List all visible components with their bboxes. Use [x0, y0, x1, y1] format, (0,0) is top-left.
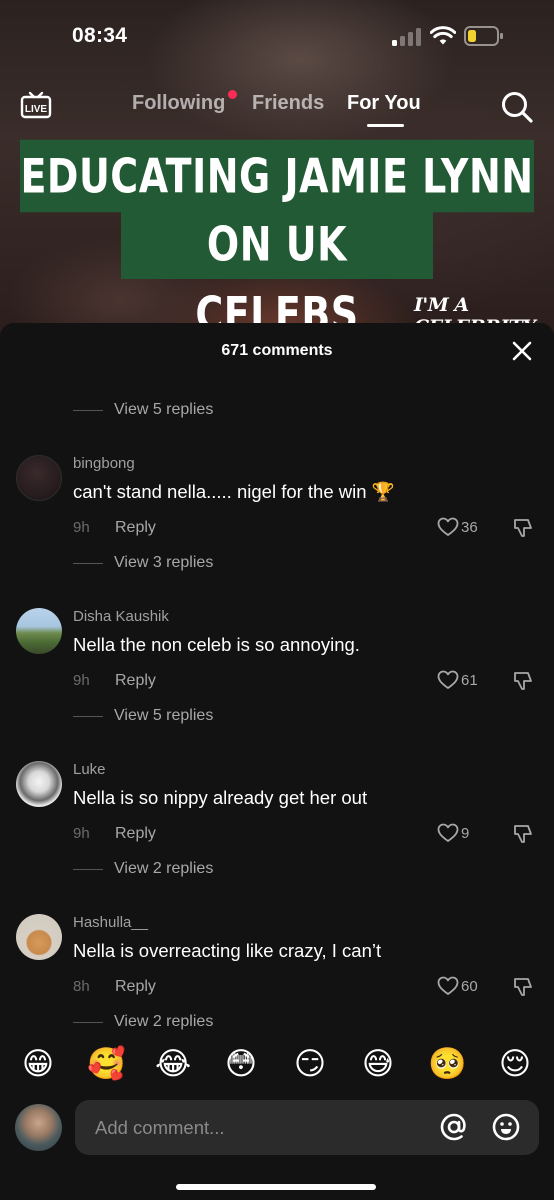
- comments-header: 671 comments: [0, 323, 554, 377]
- video-caption-line-1: EDUCATING JAMIE LYNN: [20, 139, 534, 213]
- dislike-icon[interactable]: [512, 976, 534, 998]
- divider-line: [73, 868, 103, 870]
- tab-for-you[interactable]: For You: [347, 92, 421, 115]
- emoji-picker-icon[interactable]: [491, 1112, 521, 1142]
- comment-item: Disha Kaushik Nella the non celeb is so …: [0, 602, 554, 698]
- heart-icon[interactable]: [437, 670, 459, 690]
- dislike-icon[interactable]: [512, 517, 534, 539]
- reply-button[interactable]: Reply: [115, 519, 156, 537]
- emoji-relieved-button[interactable]: 😌: [497, 1046, 533, 1082]
- live-label: LIVE: [25, 104, 48, 115]
- like-count: 61: [461, 672, 478, 689]
- comments-count-title: 671 comments: [221, 342, 333, 359]
- comment-time: 8h: [73, 978, 90, 995]
- heart-icon[interactable]: [437, 823, 459, 843]
- emoji-laughing-button[interactable]: 😂: [155, 1046, 191, 1082]
- view-replies-label: View 5 replies: [114, 401, 214, 418]
- comment-username[interactable]: bingbong: [73, 455, 135, 472]
- avatar[interactable]: [16, 761, 62, 807]
- emoji-smirk-button[interactable]: 😏: [292, 1046, 328, 1082]
- dislike-icon[interactable]: [512, 670, 534, 692]
- view-replies-button[interactable]: View 3 replies: [73, 554, 213, 572]
- view-replies-button[interactable]: View 2 replies: [73, 1013, 213, 1031]
- wifi-icon: [430, 26, 456, 45]
- like-count: 9: [461, 825, 470, 842]
- emoji-flushed-button[interactable]: 😳: [223, 1046, 259, 1082]
- comment-username[interactable]: Hashulla__: [73, 914, 148, 931]
- video-caption-line-2: ON UK CELEBS: [121, 209, 433, 342]
- comment-username[interactable]: Luke: [73, 761, 106, 778]
- reply-button[interactable]: Reply: [115, 825, 156, 843]
- add-comment-input[interactable]: Add comment...: [75, 1100, 539, 1155]
- comment-time: 9h: [73, 519, 90, 536]
- comment-text: Nella the non celeb is so annoying.: [73, 634, 360, 655]
- home-indicator: [176, 1184, 376, 1190]
- avatar[interactable]: [16, 914, 62, 960]
- comment-username[interactable]: Disha Kaushik: [73, 608, 169, 625]
- comment-text: can't stand nella..... nigel for the win…: [73, 481, 395, 502]
- divider-line: [73, 1021, 103, 1023]
- divider-line: [73, 562, 103, 564]
- dislike-icon[interactable]: [512, 823, 534, 845]
- comment-item: Luke Nella is so nippy already get her o…: [0, 755, 554, 851]
- like-count: 36: [461, 519, 478, 536]
- comment-time: 9h: [73, 825, 90, 842]
- emoji-hearts-button[interactable]: 🥰: [87, 1046, 126, 1082]
- battery-low-icon: [464, 26, 503, 46]
- avatar[interactable]: [16, 608, 62, 654]
- my-avatar: [15, 1104, 62, 1151]
- emoji-sweat-smile-button[interactable]: 😅: [360, 1046, 396, 1082]
- clock: 08:34: [72, 24, 128, 47]
- view-replies-label: View 2 replies: [114, 1013, 214, 1030]
- tab-friends[interactable]: Friends: [252, 92, 324, 115]
- live-tv-icon[interactable]: LIVE: [20, 88, 52, 120]
- emoji-grinning-button[interactable]: 😁: [20, 1046, 56, 1082]
- divider-line: [73, 409, 103, 411]
- comment-text: Nella is so nippy already get her out: [73, 787, 368, 808]
- view-replies-button[interactable]: View 5 replies: [73, 707, 213, 725]
- view-replies-label: View 2 replies: [114, 860, 214, 877]
- comment-item: bingbong can't stand nella..... nigel fo…: [0, 449, 554, 545]
- emoji-quick-bar: 😁 🥰 😂 😳 😏 😅 🥺 😌: [0, 1040, 554, 1090]
- top-navigation: LIVE Following Friends For You: [0, 78, 554, 134]
- close-icon[interactable]: [510, 339, 534, 363]
- divider-line: [73, 715, 103, 717]
- tab-following[interactable]: Following: [132, 92, 225, 115]
- like-count: 60: [461, 978, 478, 995]
- comment-placeholder: Add comment...: [95, 1117, 225, 1138]
- comment-item: Hashulla__ Nella is overreacting like cr…: [0, 908, 554, 1004]
- comment-input-area: Add comment...: [0, 1090, 554, 1200]
- active-tab-underline: [367, 124, 404, 127]
- view-replies-label: View 3 replies: [114, 554, 214, 571]
- following-notification-dot: [228, 90, 237, 99]
- heart-icon[interactable]: [437, 517, 459, 537]
- view-replies-button[interactable]: View 5 replies: [73, 401, 213, 419]
- comment-time: 9h: [73, 672, 90, 689]
- cellular-signal-icon: [392, 28, 422, 46]
- reply-button[interactable]: Reply: [115, 978, 156, 996]
- reply-button[interactable]: Reply: [115, 672, 156, 690]
- view-replies-label: View 5 replies: [114, 707, 214, 724]
- emoji-pleading-button[interactable]: 🥺: [428, 1046, 467, 1082]
- search-icon[interactable]: [500, 90, 534, 124]
- avatar[interactable]: [16, 455, 62, 501]
- status-bar: 08:34: [0, 0, 554, 70]
- view-replies-button[interactable]: View 2 replies: [73, 860, 213, 878]
- comment-text: Nella is overreacting like crazy, I can’…: [73, 940, 382, 961]
- heart-icon[interactable]: [437, 976, 459, 996]
- mention-at-icon[interactable]: [439, 1112, 469, 1142]
